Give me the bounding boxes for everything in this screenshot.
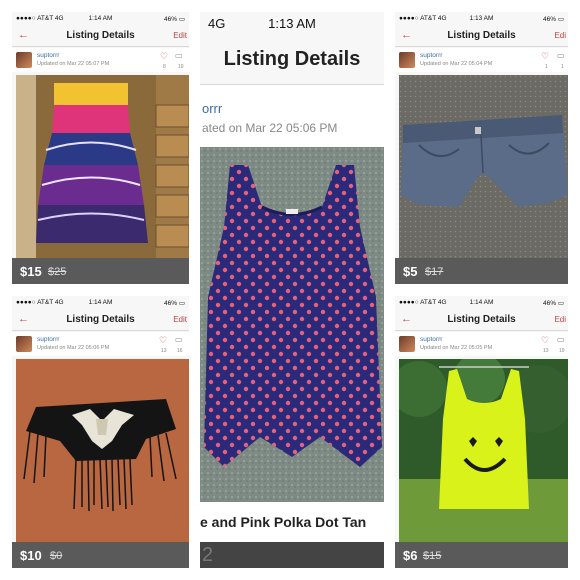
listing-panel-shorts: ●●●●○ AT&T 4G 1:13 AM 46% ▭ ← Listing De… — [395, 12, 568, 284]
updated-timestamp: Updated on Mar 22 05:05 PM — [420, 345, 493, 351]
avatar[interactable] — [16, 52, 32, 68]
status-bar: ●●●●○ AT&T 4G 1:14 AM 46% ▭ — [12, 12, 189, 25]
battery-label: 46% ▭ — [164, 16, 185, 23]
updated-timestamp: Updated on Mar 22 05:04 PM — [420, 61, 493, 67]
seller-name[interactable]: orrr — [202, 101, 222, 116]
price-bar: $10 $0 — [12, 542, 189, 568]
edit-button[interactable]: Edit — [173, 315, 187, 324]
like-count: 1 — [545, 64, 548, 70]
seller-row: suptorrr Updated on Mar 22 05:06 PM ♡ ▭ … — [12, 332, 189, 356]
clock: 1:13 AM — [268, 16, 316, 31]
battery-label: 46% ▭ — [543, 300, 564, 307]
heart-icon[interactable]: ♡ — [160, 51, 168, 62]
comment-icon[interactable]: ▭ — [557, 335, 565, 344]
page-title: Listing Details — [447, 314, 516, 325]
updated-timestamp: Updated on Mar 22 05:07 PM — [37, 61, 110, 67]
battery-label: 46% ▭ — [543, 16, 564, 23]
seller-row: orrr ated on Mar 22 05:06 PM — [200, 85, 384, 147]
sale-price: $5 — [403, 264, 418, 279]
page-title: Listing Details — [447, 30, 516, 41]
price-bar: $15 $25 — [12, 258, 189, 284]
original-price: $25 — [48, 266, 67, 278]
avatar[interactable] — [399, 52, 415, 68]
clock: 1:14 AM — [88, 15, 113, 22]
like-count: 13 — [161, 348, 167, 354]
listing-photo[interactable] — [16, 359, 189, 542]
avatar[interactable] — [16, 336, 32, 352]
edit-button[interactable]: Edi — [554, 31, 566, 40]
listing-panel-polka-dot: 4G 1:13 AM Listing Details orrr ated on … — [200, 12, 384, 568]
edit-button[interactable]: Edit — [173, 31, 187, 40]
listing-photo[interactable] — [16, 75, 189, 258]
avatar[interactable] — [399, 336, 415, 352]
sale-price: $6 — [403, 548, 418, 563]
nav-bar: ← Listing Details Edit — [12, 309, 189, 331]
comment-count: 16 — [177, 348, 183, 354]
comment-icon[interactable]: ▭ — [175, 335, 183, 344]
price-bar: $5 $17 — [395, 258, 568, 284]
seller-name[interactable]: suptorrr — [37, 336, 59, 343]
seller-name[interactable]: suptorrr — [420, 336, 442, 343]
comment-count: 1 — [561, 64, 564, 70]
original-price: $17 — [425, 266, 444, 278]
nav-bar: ← Listing Details Edit — [12, 25, 189, 47]
sale-price: 2 — [202, 544, 214, 566]
sale-price: $15 — [20, 264, 42, 279]
heart-icon[interactable]: ♡ — [159, 335, 167, 346]
nav-bar: ← Listing Details Edi — [395, 309, 568, 331]
listing-panel-smiley-tank: ●●●●○ AT&T 4G 1:14 AM 46% ▭ ← Listing De… — [395, 296, 568, 568]
seller-name[interactable]: suptorrr — [420, 52, 442, 59]
seller-row: suptorrr Updated on Mar 22 05:05 PM ♡ ▭ … — [395, 332, 568, 356]
listing-panel-eagle-top: ●●●●○ AT&T 4G 1:14 AM 46% ▭ ← Listing De… — [12, 296, 189, 568]
status-bar: ●●●●○ AT&T 4G 1:14 AM 46% ▭ — [395, 296, 568, 309]
listing-title: e and Pink Polka Dot Tan — [200, 514, 367, 530]
seller-row: suptorrr Updated on Mar 22 05:04 PM ♡ ▭ … — [395, 48, 568, 72]
listing-photo[interactable] — [399, 75, 568, 258]
comment-count: 19 — [559, 348, 565, 354]
page-title: Listing Details — [66, 314, 135, 325]
heart-icon[interactable]: ♡ — [541, 51, 549, 62]
seller-name[interactable]: suptorrr — [37, 52, 59, 59]
listing-panel-dress: ●●●●○ AT&T 4G 1:14 AM 46% ▭ ← Listing De… — [12, 12, 189, 284]
original-price: $15 — [423, 550, 442, 562]
price-bar: $6 $15 — [395, 542, 568, 568]
clock: 1:14 AM — [88, 299, 113, 306]
like-count: 13 — [543, 348, 549, 354]
page-title: Listing Details — [223, 48, 361, 70]
updated-timestamp: ated on Mar 22 05:06 PM — [202, 121, 338, 135]
comment-icon[interactable]: ▭ — [557, 51, 565, 60]
status-bar: 4G 1:13 AM — [200, 12, 384, 40]
comment-icon[interactable]: ▭ — [175, 51, 183, 60]
status-bar: ●●●●○ AT&T 4G 1:14 AM 46% ▭ — [12, 296, 189, 309]
nav-bar: ← Listing Details Edi — [395, 25, 568, 47]
updated-timestamp: Updated on Mar 22 05:06 PM — [37, 345, 110, 351]
listing-photo[interactable] — [399, 359, 568, 542]
listing-title-bar: e and Pink Polka Dot Tan — [200, 502, 384, 542]
status-bar: ●●●●○ AT&T 4G 1:13 AM 46% ▭ — [395, 12, 568, 25]
page-title: Listing Details — [66, 30, 135, 41]
listing-photo[interactable] — [200, 147, 384, 502]
edit-button[interactable]: Edi — [554, 315, 566, 324]
like-count: 8 — [163, 64, 166, 70]
battery-label: 46% ▭ — [164, 300, 185, 307]
seller-row: suptorrr Updated on Mar 22 05:07 PM ♡ ▭ … — [12, 48, 189, 72]
price-bar: 2 — [200, 542, 384, 568]
sale-price: $10 — [20, 548, 42, 563]
heart-icon[interactable]: ♡ — [541, 335, 549, 346]
comment-count: 19 — [178, 64, 184, 70]
original-price: $0 — [50, 550, 63, 562]
